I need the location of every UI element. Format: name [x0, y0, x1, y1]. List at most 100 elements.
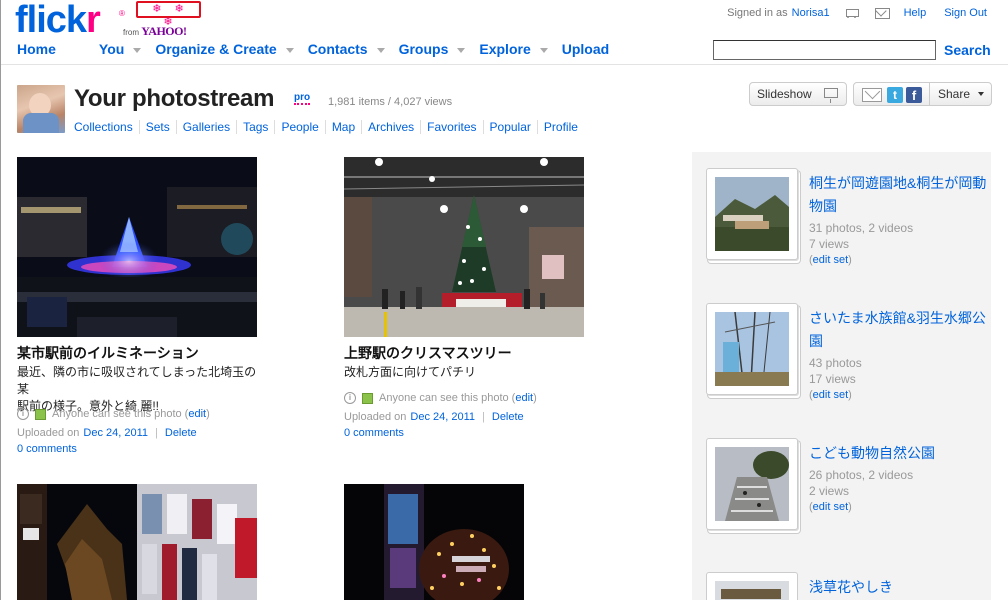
set-thumb-park-image [715, 447, 789, 521]
set-thumbnail[interactable] [706, 572, 798, 600]
photo-image[interactable] [17, 157, 257, 337]
subnav-collections[interactable]: Collections [74, 120, 139, 134]
set-title-link[interactable]: 浅草花やしき [809, 576, 989, 599]
mail-icon[interactable] [874, 7, 890, 19]
chevron-down-icon[interactable] [376, 47, 385, 53]
set-stats: 43 photos 17 views [809, 355, 862, 387]
help-link[interactable]: Help [904, 7, 927, 19]
slideshow-button[interactable]: Slideshow [749, 82, 847, 106]
comments-link[interactable]: 0 comments [344, 427, 404, 439]
slideshow-label: Slideshow [757, 87, 812, 101]
flickr-logo[interactable]: flickr [15, 0, 101, 40]
nav-explore[interactable]: Explore [479, 41, 561, 57]
nav-explore-label: Explore [479, 41, 531, 57]
privacy-public-icon [35, 408, 46, 420]
chevron-down-icon[interactable] [285, 47, 294, 53]
comments-link[interactable]: 0 comments [17, 443, 77, 455]
edit-set-link[interactable]: edit set [813, 254, 848, 266]
info-icon[interactable]: i [344, 392, 356, 404]
photo-image[interactable] [17, 484, 257, 600]
set-thumb-zoo-image [715, 177, 789, 251]
twitter-icon[interactable]: t [887, 87, 903, 103]
set-edit: (edit set) [809, 254, 852, 266]
logo-registered-mark: ® [119, 9, 125, 18]
edit-privacy-link[interactable]: edit [188, 408, 206, 420]
nav-groups[interactable]: Groups [399, 41, 480, 57]
header-divider [1, 64, 1008, 65]
chevron-down-icon[interactable] [133, 47, 142, 53]
subnav-map[interactable]: Map [324, 120, 361, 134]
photo-lit-tree-image [344, 484, 524, 600]
photo-image[interactable] [344, 484, 524, 600]
share-group: t f Share [853, 82, 992, 106]
photostream-subnav: Collections Sets Galleries Tags People M… [74, 120, 584, 134]
info-icon[interactable]: i [17, 408, 29, 420]
subnav-tags[interactable]: Tags [236, 120, 274, 134]
photo-card [344, 157, 584, 337]
avatar[interactable] [17, 85, 65, 133]
photo-christmas-tree-image [344, 157, 584, 337]
share-button[interactable]: Share [938, 83, 970, 105]
subnav-popular[interactable]: Popular [482, 120, 537, 134]
uploaded-label: Uploaded on [17, 427, 80, 439]
edit-set-link[interactable]: edit set [813, 501, 848, 513]
email-share-icon[interactable] [862, 88, 882, 102]
set-thumbnail[interactable] [706, 303, 798, 395]
photo-title[interactable]: 上野駅のクリスマスツリー [344, 343, 512, 363]
nav-organize[interactable]: Organize & Create [155, 41, 307, 57]
upload-date-link[interactable]: Dec 24, 2011 [410, 411, 475, 423]
upload-date-link[interactable]: Dec 24, 2011 [83, 427, 148, 439]
chevron-down-icon[interactable] [539, 47, 548, 53]
nav-home[interactable]: Home [17, 41, 99, 57]
pro-badge[interactable]: pro [294, 92, 311, 105]
edit-privacy-link[interactable]: edit [515, 392, 533, 404]
photo-description: 改札方面に向けてパチリ [344, 364, 594, 381]
facebook-icon[interactable]: f [906, 87, 922, 103]
set-thumbnail[interactable] [706, 438, 798, 530]
cart-icon[interactable] [844, 7, 860, 19]
set-edit: (edit set) [809, 389, 852, 401]
avatar-body [23, 113, 59, 133]
photo-privacy: i Anyone can see this photo (edit) [17, 408, 210, 420]
set-title-link[interactable]: 桐生が岡遊園地&桐生が岡動物園 [809, 172, 989, 218]
search-button[interactable]: Search [944, 42, 991, 58]
set-thumbnail[interactable] [706, 168, 798, 260]
search-input[interactable] [713, 40, 936, 60]
photo-image[interactable] [344, 157, 584, 337]
nav-upload[interactable]: Upload [562, 41, 609, 57]
set-stats-line: 17 views [809, 372, 856, 386]
privacy-public-icon [362, 392, 373, 404]
chevron-down-icon[interactable] [457, 47, 466, 53]
photo-description-line: 改札方面に向けてパチリ [344, 365, 477, 379]
subnav-sets[interactable]: Sets [138, 120, 176, 134]
holiday-snowflake-badge[interactable]: ❄ ❄ ❄ [136, 1, 201, 28]
set-title-link[interactable]: さいたま水族館&羽生水郷公園 [809, 307, 989, 353]
paren-close: ) [848, 389, 852, 401]
delete-link[interactable]: Delete [492, 411, 524, 423]
photo-card [344, 484, 524, 600]
subnav-profile[interactable]: Profile [536, 120, 584, 134]
set-stats-line: 26 photos, 2 videos [809, 468, 914, 482]
photo-comments: 0 comments [17, 443, 77, 455]
set-thumbnail-image [715, 312, 789, 386]
signed-in-label: Signed in as [727, 7, 788, 19]
set-thumb-asakusa-image [715, 581, 789, 600]
photo-title[interactable]: 某市駅前のイルミネーション [17, 343, 199, 363]
subnav-favorites[interactable]: Favorites [420, 120, 482, 134]
set-stats: 26 photos, 2 videos 2 views [809, 467, 913, 499]
set-title-link[interactable]: こども動物自然公園 [809, 442, 989, 465]
subnav-galleries[interactable]: Galleries [175, 120, 236, 134]
set-thumbnail-image [715, 447, 789, 521]
nav-contacts[interactable]: Contacts [308, 41, 399, 57]
username-link[interactable]: Norisa1 [792, 7, 830, 19]
subnav-archives[interactable]: Archives [361, 120, 420, 134]
nav-you[interactable]: You [99, 41, 155, 57]
chevron-down-icon[interactable] [978, 92, 984, 96]
edit-set-link[interactable]: edit set [813, 389, 848, 401]
delete-link[interactable]: Delete [165, 427, 197, 439]
photo-privacy: i Anyone can see this photo (edit) [344, 392, 537, 404]
subnav-people[interactable]: People [274, 120, 324, 134]
nav-contacts-label: Contacts [307, 41, 368, 57]
main-nav: Home You Organize & Create Contacts Grou… [17, 41, 609, 57]
sign-out-link[interactable]: Sign Out [944, 7, 987, 19]
